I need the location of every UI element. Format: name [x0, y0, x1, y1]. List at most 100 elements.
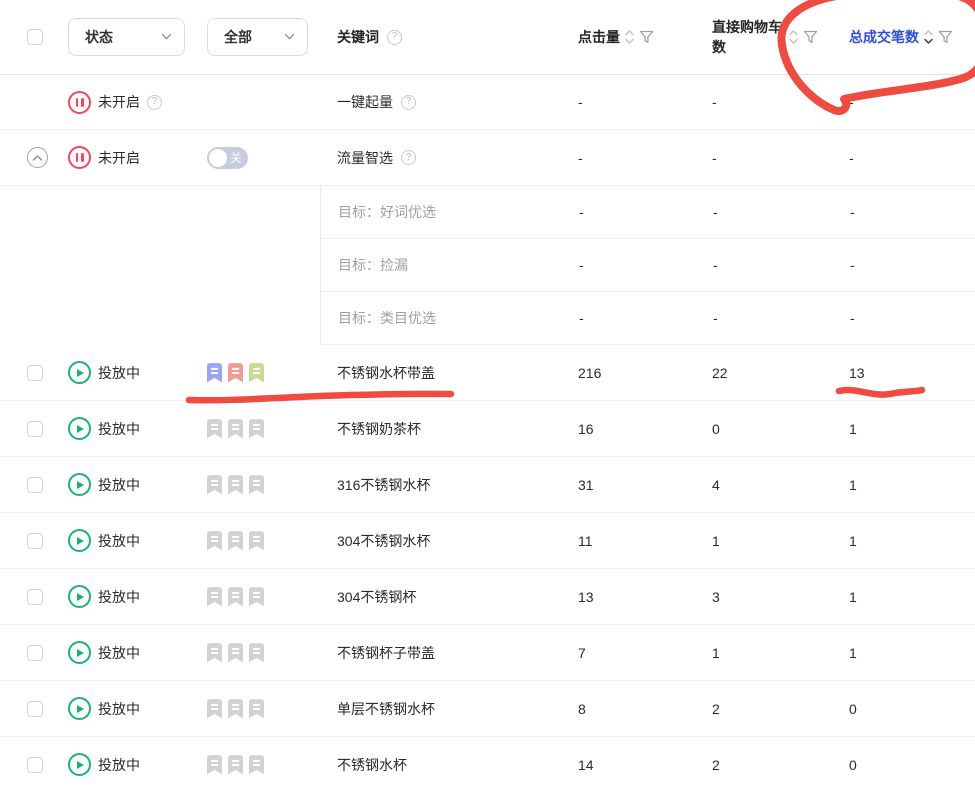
deals-value: - — [850, 310, 975, 326]
tag-icon-gray — [207, 419, 222, 439]
table-row-keyword: 投放中 不锈钢奶茶杯 16 0 1 — [0, 401, 975, 457]
sort-icon-active-desc[interactable] — [924, 29, 933, 45]
tag-icon-gray — [207, 755, 222, 775]
deals-value: 1 — [849, 421, 975, 437]
row-checkbox[interactable] — [27, 645, 43, 661]
sort-icon[interactable] — [625, 29, 634, 45]
table-subrow-target: 目标：类目优选 - - - — [0, 292, 975, 345]
keyword-label: 316不锈钢水杯 — [337, 475, 430, 495]
table-row-feature: 未开启 一键起量 - - - — [0, 75, 975, 130]
status-label: 投放中 — [98, 363, 140, 383]
tag-icon-gray — [207, 475, 222, 495]
deals-value: - — [850, 204, 975, 220]
match-type-tags — [207, 419, 264, 439]
match-type-tags — [207, 587, 264, 607]
match-type-tags — [207, 363, 264, 383]
column-header-cart: 直接购物车数 — [712, 17, 784, 58]
deals-value: 13 — [849, 365, 975, 381]
tag-icon-gray — [249, 475, 264, 495]
deals-value: - — [849, 150, 975, 166]
play-status-icon — [68, 529, 91, 552]
row-checkbox[interactable] — [27, 477, 43, 493]
tag-icon-gray — [249, 755, 264, 775]
table-row-keyword: 投放中 不锈钢杯子带盖 7 1 1 — [0, 625, 975, 681]
deals-value: - — [849, 94, 975, 110]
tag-icon-gray — [249, 531, 264, 551]
cart-value: - — [713, 257, 850, 273]
row-checkbox[interactable] — [27, 701, 43, 717]
toggle-knob — [209, 149, 227, 167]
row-checkbox[interactable] — [27, 589, 43, 605]
status-label: 投放中 — [98, 699, 140, 719]
deals-value: 1 — [849, 533, 975, 549]
scope-filter-dropdown[interactable]: 全部 — [207, 18, 308, 56]
feature-toggle-off[interactable]: 关 — [207, 147, 248, 169]
row-checkbox[interactable] — [27, 533, 43, 549]
keyword-label: 不锈钢水杯 — [337, 755, 407, 775]
scope-dropdown-value: 全部 — [224, 27, 252, 47]
status-dropdown-value: 状态 — [85, 27, 113, 47]
clicks-value: 216 — [578, 365, 712, 381]
play-status-icon — [68, 753, 91, 776]
help-icon[interactable] — [401, 95, 416, 110]
filter-icon[interactable] — [639, 30, 654, 45]
tag-icon-gray — [228, 475, 243, 495]
cart-value: 2 — [712, 757, 849, 773]
table-header: 状态 全部 关键词 点击量 直接购物车数 总成交笔数 — [0, 0, 975, 75]
tag-icon-gray — [228, 419, 243, 439]
clicks-value: 13 — [578, 589, 712, 605]
deals-value: - — [850, 257, 975, 273]
status-label: 未开启 — [98, 92, 140, 112]
cart-value: - — [712, 94, 849, 110]
pause-status-icon — [68, 146, 91, 169]
cart-value: - — [712, 150, 849, 166]
collapse-chevron-icon[interactable] — [27, 147, 48, 168]
filter-icon[interactable] — [803, 30, 818, 45]
help-icon[interactable] — [147, 95, 162, 110]
deals-value: 1 — [849, 645, 975, 661]
match-type-tags — [207, 531, 264, 551]
play-status-icon — [68, 697, 91, 720]
tag-icon-gray — [249, 587, 264, 607]
tag-icon-gray — [228, 531, 243, 551]
target-label: 目标：类目优选 — [321, 308, 579, 328]
help-icon[interactable] — [401, 150, 416, 165]
status-label: 投放中 — [98, 475, 140, 495]
table-subrow-target: 目标：捡漏 - - - — [0, 239, 975, 292]
row-checkbox[interactable] — [27, 365, 43, 381]
table-subrow-target: 目标：好词优选 - - - — [0, 186, 975, 239]
clicks-value: 16 — [578, 421, 712, 437]
keyword-label: 不锈钢杯子带盖 — [337, 643, 435, 663]
status-label: 投放中 — [98, 531, 140, 551]
row-checkbox[interactable] — [27, 421, 43, 437]
cart-value: - — [713, 204, 850, 220]
help-icon[interactable] — [387, 30, 402, 45]
select-all-checkbox[interactable] — [27, 29, 43, 45]
deals-value: 1 — [849, 477, 975, 493]
play-status-icon — [68, 585, 91, 608]
keyword-label: 流量智选 — [337, 148, 393, 168]
status-filter-dropdown[interactable]: 状态 — [68, 18, 185, 56]
row-checkbox[interactable] — [27, 757, 43, 773]
keyword-label: 单层不锈钢水杯 — [337, 699, 435, 719]
clicks-value: - — [579, 257, 713, 273]
deals-value: 0 — [849, 757, 975, 773]
filter-icon[interactable] — [938, 30, 953, 45]
deals-value: 0 — [849, 701, 975, 717]
cart-value: 3 — [712, 589, 849, 605]
match-type-tags — [207, 475, 264, 495]
match-type-tags — [207, 643, 264, 663]
cart-value: 1 — [712, 533, 849, 549]
clicks-value: - — [578, 94, 712, 110]
status-label: 投放中 — [98, 587, 140, 607]
table-row-keyword: 投放中 单层不锈钢水杯 8 2 0 — [0, 681, 975, 737]
cart-value: 2 — [712, 701, 849, 717]
play-status-icon — [68, 473, 91, 496]
keyword-label: 不锈钢奶茶杯 — [337, 419, 421, 439]
tag-icon-gray — [228, 643, 243, 663]
chevron-down-icon — [161, 33, 172, 41]
keyword-label: 304不锈钢水杯 — [337, 531, 430, 551]
sort-icon[interactable] — [789, 29, 798, 45]
tag-icon-gray — [207, 643, 222, 663]
status-label: 投放中 — [98, 755, 140, 775]
